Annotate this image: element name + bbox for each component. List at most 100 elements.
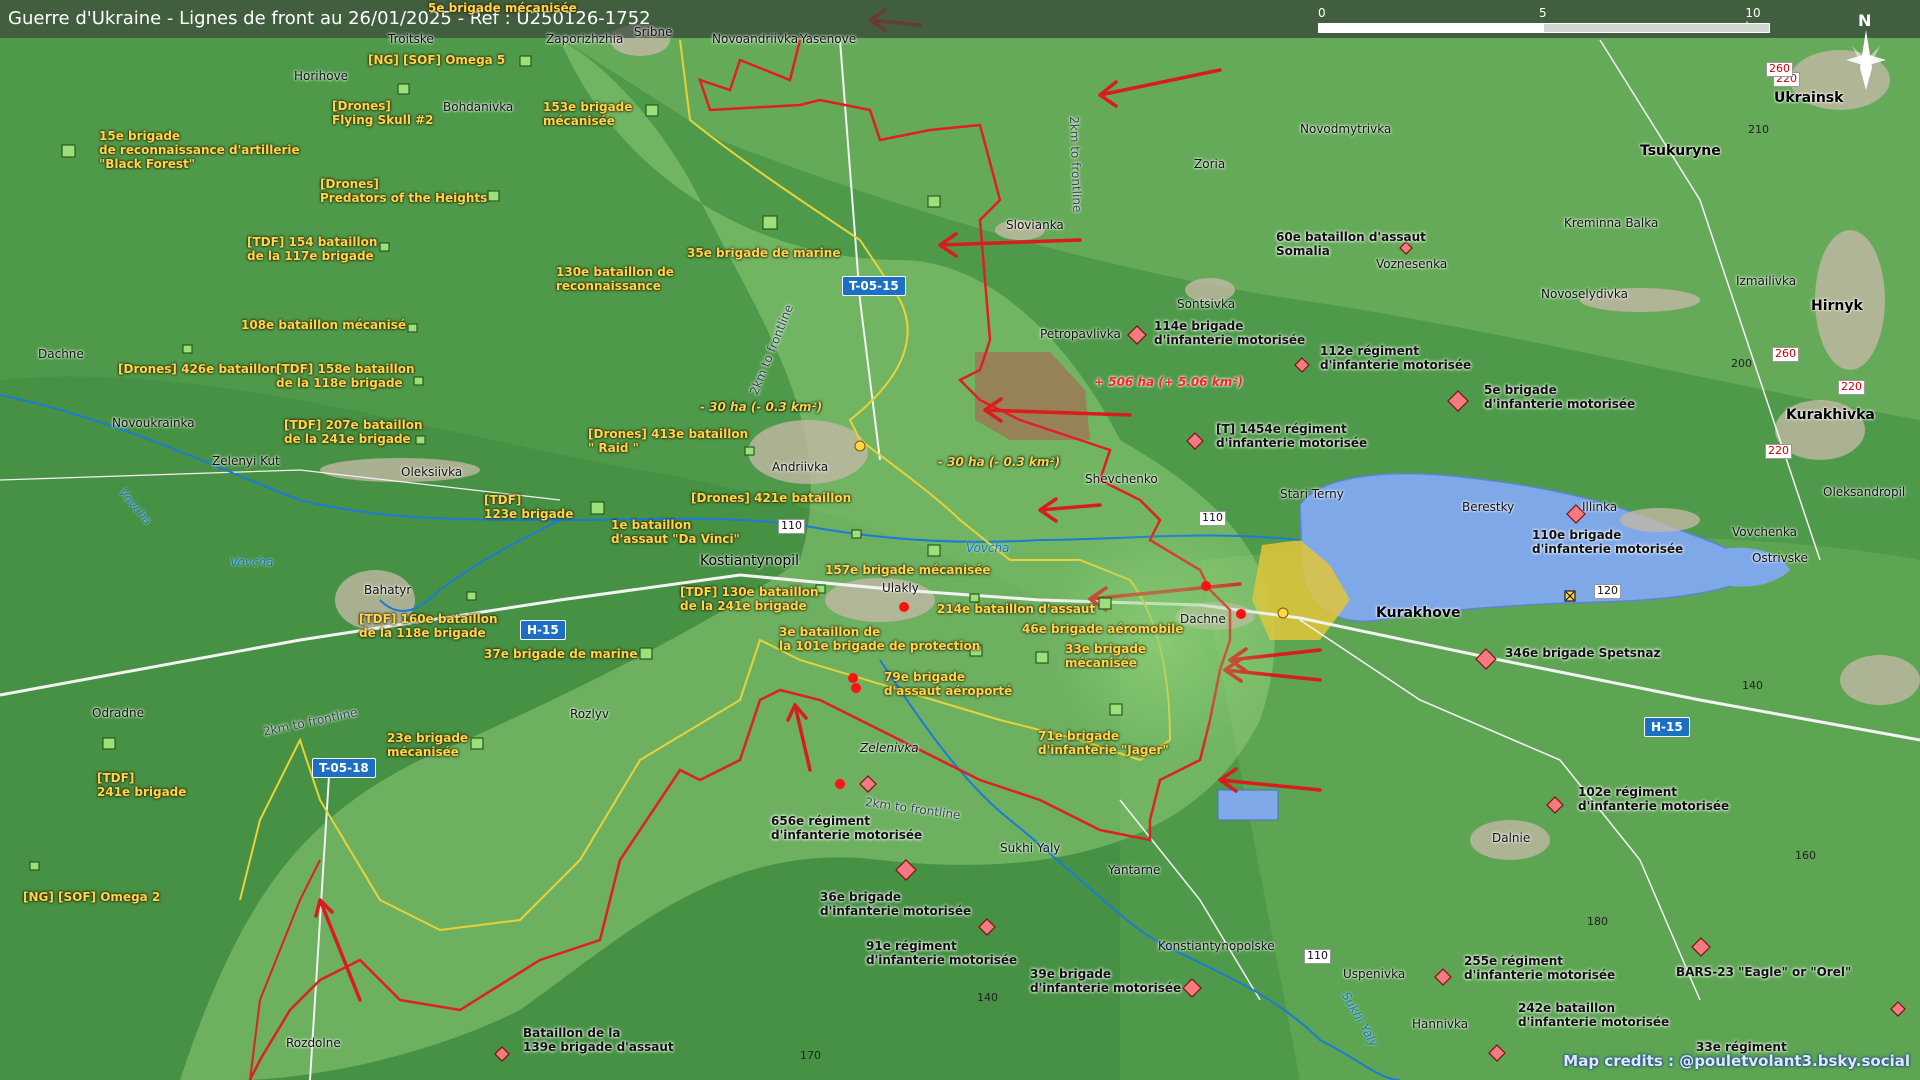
mine-marker — [1564, 590, 1576, 602]
annotation-gain: + 506 ha (+ 5.06 km²) — [1094, 375, 1244, 389]
town-kurakhivka: Kurakhivka — [1786, 407, 1875, 423]
ukr-unit-omega-5: [NG] [SOF] Omega 5 — [368, 53, 506, 67]
place-uspenivka: Uspenivka — [1343, 967, 1406, 981]
ukr-unit-33e-meca: 33e brigade mécanisée — [1065, 642, 1147, 670]
annotation-loss-north: - 30 ha (- 0.3 km²) — [700, 400, 823, 414]
ukr-unit-tdf-160: [TDF] 160e bataillon de la 118e brigade — [359, 612, 498, 640]
altitude-1: 210 — [1748, 123, 1769, 136]
place-andriivka: Andriivka — [772, 460, 829, 474]
ukr-unit-214e: 214e bataillon d'assaut — [937, 602, 1096, 616]
place-zoria: Zoria — [1194, 157, 1226, 171]
rus-unit-656e: 656e régiment d'infanterie motorisée — [771, 814, 923, 842]
north-arrow-icon: N — [1846, 11, 1886, 90]
town-kurakhove: Kurakhove — [1376, 605, 1461, 621]
ukr-unit-71e-jager: 71e brigade d'infanterie "Jager" — [1038, 729, 1169, 757]
scale-bar: 0 5 10 km — [1318, 6, 1770, 34]
ukr-unit-15e-artillerie: 15e brigade de reconnaissance d'artiller… — [99, 129, 300, 171]
rus-unit-242e: 242e bataillon d'infanterie motorisée — [1518, 1001, 1670, 1029]
rus-unit-60e-somalia: 60e bataillon d'assaut Somalia — [1276, 230, 1426, 258]
place-sukhi-yaly: Sukhi Yaly — [1000, 841, 1061, 855]
rus-unit-346e-spetsnaz: 346e brigade Spetsnaz — [1505, 646, 1661, 660]
rus-unit-36e: 36e brigade d'infanterie motorisée — [820, 890, 972, 918]
ukr-unit-drones-421: [Drones] 421e bataillon — [691, 491, 852, 505]
scale-label-5: 5 — [1539, 6, 1547, 20]
rus-unit-5e: 5e brigade d'infanterie motorisée — [1484, 383, 1636, 411]
place-sribne: Sribne — [634, 25, 673, 39]
place-konstiantynopolske: Konstiantynopolske — [1158, 939, 1275, 953]
town-hirnyk: Hirnyk — [1811, 298, 1863, 314]
buffer-label-north: 2km to frontline — [1067, 115, 1085, 213]
place-sontsivka: Sontsivka — [1177, 297, 1236, 311]
scale-label-0: 0 — [1318, 6, 1326, 20]
ukr-unit-predators: [Drones] Predators of the Heights — [320, 177, 488, 205]
rus-unit-112e: 112e régiment d'infanterie motorisée — [1320, 344, 1472, 372]
altitude-8: 140 — [977, 991, 998, 1004]
rus-unit-255e: 255e régiment d'infanterie motorisée — [1464, 954, 1616, 982]
ukr-unit-130e-reco: 130e bataillon de reconnaissance — [556, 265, 674, 293]
place-dachne: Dachne — [1180, 612, 1226, 626]
place-troitske: Troitske — [388, 32, 434, 46]
river-label-vovcha-2: Vovcha — [230, 555, 274, 569]
place-shevchenko: Shevchenko — [1085, 472, 1158, 486]
altitude-7: 160 — [1795, 849, 1816, 862]
rus-unit-39e: 39e brigade d'infanterie motorisée — [1030, 967, 1182, 995]
river-label-vovcha-3: Vovcha — [966, 541, 1010, 555]
place-izmailivka: Izmailivka — [1736, 274, 1797, 288]
place-bohdanivka: Bohdanivka — [443, 100, 514, 114]
rus-unit-110e: 110e brigade d'infanterie motorisée — [1532, 528, 1684, 556]
place-oleksandropil: Oleksandropil — [1823, 485, 1906, 499]
place-rozdolne: Rozdolne — [286, 1036, 341, 1050]
ukr-unit-108e: 108e bataillon mécanisé — [241, 318, 406, 332]
place-kostiantynopil: Kostiantynopil — [700, 553, 800, 569]
altitude-5: 180 — [1587, 915, 1608, 928]
place-novoandriivka: Novoandriivka — [712, 32, 799, 46]
route-110-c: 110 — [1304, 949, 1331, 964]
place-vovchenka: Vovchenka — [1732, 525, 1798, 539]
route-260-b: 260 — [1772, 347, 1799, 362]
place-dalnie: Dalnie — [1492, 831, 1531, 845]
place-ostrivske: Ostrivske — [1752, 551, 1808, 565]
ukr-unit-35e-marine: 35e brigade de marine — [687, 246, 841, 260]
ukr-unit-23e: 23e brigade mécanisée — [387, 731, 469, 759]
route-110-b: 110 — [1199, 511, 1226, 526]
place-yasenove: Yasenove — [800, 32, 857, 46]
place-novoselydivka: Novoselydivka — [1541, 287, 1628, 301]
route-110-a: 110 — [778, 519, 805, 534]
road-shield-t0518: T-05-18 — [312, 758, 376, 778]
place-voznesenka: Voznesenka — [1376, 257, 1448, 271]
ukr-unit-drones-413: [Drones] 413e bataillon " Raid " — [588, 427, 749, 455]
rus-unit-102e: 102e régiment d'infanterie motorisée — [1578, 785, 1730, 813]
route-260-a: 260 — [1766, 62, 1793, 77]
ukr-unit-153e: 153e brigade mécanisée — [543, 100, 633, 128]
route-120: 120 — [1594, 584, 1621, 599]
rus-unit-91e: 91e régiment d'infanterie motorisée — [866, 939, 1018, 967]
ukr-unit-101e-protection: 3e bataillon de la 101e brigade de prote… — [779, 625, 981, 653]
ukr-unit-omega-2: [NG] [SOF] Omega 2 — [23, 890, 161, 904]
altitude-3: 170 — [800, 1049, 821, 1062]
place-kreminna-balka: Kreminna Balka — [1564, 216, 1659, 230]
ukr-unit-da-vinci: 1e bataillon d'assaut "Da Vinci" — [611, 518, 740, 546]
glow-zone — [1040, 520, 1280, 760]
ukr-unit-tdf-123: [TDF] 123e brigade — [484, 493, 574, 521]
ukr-unit-37e-marine: 37e brigade de marine — [484, 647, 638, 661]
ukr-unit-157e: 157e brigade mécanisée — [825, 563, 991, 577]
place-tsukuryne: Tsukuryne — [1640, 143, 1721, 159]
rus-unit-1454e: [T] 1454e régiment d'infanterie motorisé… — [1216, 422, 1368, 450]
place-illinka: Illinka — [1582, 500, 1618, 514]
ukr-unit-tdf-154: [TDF] 154 bataillon de la 117e brigade — [247, 235, 378, 263]
road-shield-t0515: T-05-15 — [842, 276, 906, 296]
place-zaporizhzhia: Zaporizhzhia — [546, 32, 624, 46]
place-hannivka: Hannivka — [1412, 1017, 1469, 1031]
ukr-unit-tdf-130: [TDF] 130e bataillon de la 241e brigade — [680, 585, 819, 613]
altitude-4: 140 — [1742, 679, 1763, 692]
rus-unit-139e: Bataillon de la 139e brigade d'assaut — [523, 1026, 674, 1054]
rus-unit-114e: 114e brigade d'infanterie motorisée — [1154, 319, 1306, 347]
place-ulakly: Ulakly — [882, 581, 919, 595]
town-ukrainsk: Ukrainsk — [1774, 90, 1844, 106]
map-credits[interactable]: Map credits : @pouletvolant3.bsky.social — [1563, 1052, 1910, 1070]
annotation-loss-south: - 30 ha (- 0.3 km²) — [938, 455, 1061, 469]
road-shield-h15-east: H-15 — [1644, 717, 1690, 737]
place-dachne-west: Dachne — [38, 347, 84, 361]
place-slovianka: Slovianka — [1006, 218, 1064, 232]
place-oleksiivka: Oleksiivka — [401, 465, 463, 479]
